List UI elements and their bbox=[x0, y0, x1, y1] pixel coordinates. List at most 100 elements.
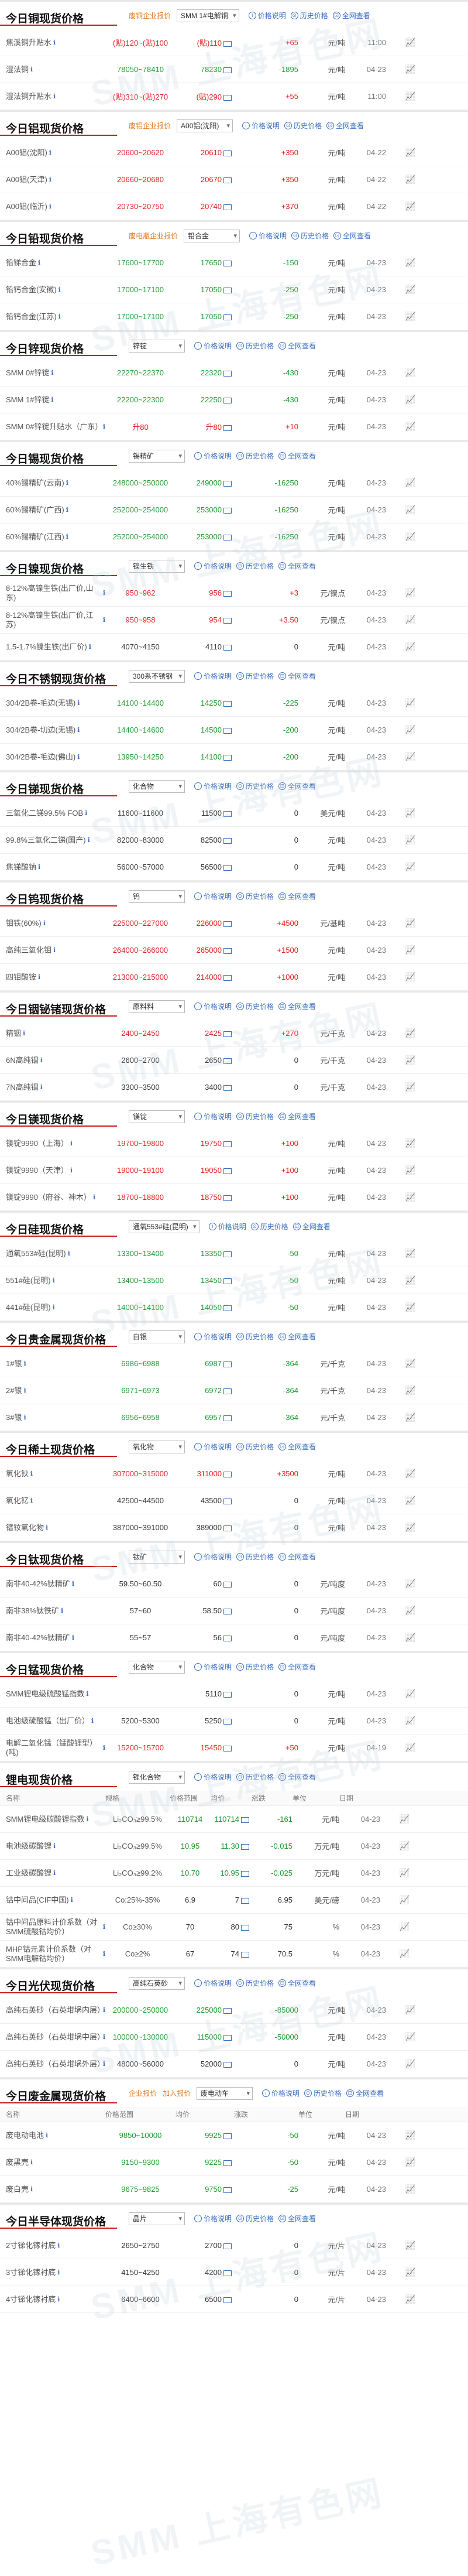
mail-icon[interactable] bbox=[241, 1924, 249, 1931]
category-select[interactable]: 钨 bbox=[129, 890, 185, 903]
chart-icon[interactable]: 📈 bbox=[386, 2294, 415, 2304]
chart-icon[interactable]: 📈 bbox=[386, 1523, 415, 1532]
mail-icon[interactable] bbox=[223, 1718, 232, 1725]
chart-icon[interactable]: 📈 bbox=[386, 2059, 415, 2069]
info-icon[interactable]: ℹ bbox=[49, 202, 51, 211]
chart-icon[interactable]: 📈 bbox=[386, 201, 415, 211]
product-name[interactable]: 电池级碳酸锂 ℹ bbox=[6, 1842, 105, 1851]
product-name[interactable]: 40%锡精矿(云南) ℹ bbox=[6, 478, 105, 488]
info-icon[interactable]: ℹ bbox=[49, 175, 51, 184]
view-all-link[interactable]: ⊡ 全网查看 bbox=[292, 1222, 331, 1231]
history-price-link[interactable]: ⊙ 历史价格 bbox=[236, 1772, 274, 1782]
category-select[interactable]: 废电动车 bbox=[197, 2086, 253, 2100]
mail-icon[interactable] bbox=[223, 2061, 232, 2068]
info-icon[interactable]: ℹ bbox=[30, 1469, 33, 1479]
product-name[interactable]: 南非40-42%钛精矿 ℹ bbox=[6, 1633, 105, 1643]
mail-icon[interactable] bbox=[223, 40, 232, 47]
product-name[interactable]: 电池级硫酸锰（出厂价） ℹ bbox=[6, 1716, 105, 1726]
product-name[interactable]: 镁锭9990（上海） ℹ bbox=[6, 1139, 105, 1148]
price-info-link[interactable]: i 价格说明 bbox=[194, 341, 232, 351]
product-name[interactable]: 60%锡精矿(广西) ℹ bbox=[6, 505, 105, 515]
history-price-link[interactable]: ⊙ 历史价格 bbox=[236, 341, 274, 351]
chart-icon[interactable]: 📈 bbox=[386, 918, 415, 928]
product-name[interactable]: 钴中间品原料计价系数（对SMM硫酸钴均价） ℹ bbox=[6, 1918, 105, 1937]
category-select[interactable]: 镍生铁 bbox=[129, 559, 185, 573]
view-all-link[interactable]: ⊡ 全网查看 bbox=[326, 121, 364, 131]
chart-icon[interactable]: 📈 bbox=[386, 1302, 415, 1312]
chart-icon[interactable]: 📈 bbox=[386, 37, 415, 47]
chart-icon[interactable]: 📈 bbox=[386, 725, 415, 735]
mail-icon[interactable] bbox=[223, 2133, 232, 2139]
category-select[interactable]: 化合物 bbox=[129, 779, 185, 793]
info-icon[interactable]: ℹ bbox=[38, 863, 40, 872]
mail-icon[interactable] bbox=[223, 1471, 232, 1477]
history-price-link[interactable]: ⊙ 历史价格 bbox=[236, 1001, 274, 1011]
price-info-link[interactable]: i 价格说明 bbox=[194, 451, 232, 461]
history-price-link[interactable]: ⊙ 历史价格 bbox=[290, 11, 328, 20]
price-info-link[interactable]: i 价格说明 bbox=[248, 11, 286, 20]
info-icon[interactable]: ℹ bbox=[89, 642, 91, 652]
info-icon[interactable]: ℹ bbox=[49, 148, 51, 158]
chart-icon[interactable]: 📈 bbox=[386, 64, 415, 74]
product-name[interactable]: 废黑壳 ℹ bbox=[6, 2158, 105, 2167]
price-info-link[interactable]: i 价格说明 bbox=[194, 1442, 232, 1452]
history-price-link[interactable]: ⊙ 历史价格 bbox=[236, 671, 274, 681]
info-icon[interactable]: ℹ bbox=[85, 809, 87, 818]
chart-icon[interactable]: 📈 bbox=[386, 2267, 415, 2277]
product-name[interactable]: 1.5-1.7%镍生铁(出厂价) ℹ bbox=[6, 642, 105, 652]
mail-icon[interactable] bbox=[223, 1031, 232, 1037]
info-icon[interactable]: ℹ bbox=[38, 973, 40, 982]
chart-icon[interactable]: 📈 bbox=[386, 972, 415, 982]
view-all-link[interactable]: ⊡ 全网查看 bbox=[278, 1978, 316, 1988]
mail-icon[interactable] bbox=[223, 644, 232, 651]
view-all-link[interactable]: ⊡ 全网查看 bbox=[332, 11, 370, 20]
info-icon[interactable]: ℹ bbox=[23, 1413, 26, 1422]
chart-icon[interactable]: 📈 bbox=[386, 615, 415, 625]
mail-icon[interactable] bbox=[223, 754, 232, 761]
mail-icon[interactable] bbox=[223, 864, 232, 871]
mail-icon[interactable] bbox=[223, 1608, 232, 1614]
history-price-link[interactable]: ⊙ 历史价格 bbox=[236, 891, 274, 901]
mail-icon[interactable] bbox=[223, 1388, 232, 1394]
chart-icon[interactable]: 📈 bbox=[386, 1275, 415, 1285]
mail-icon[interactable] bbox=[223, 1635, 232, 1641]
info-icon[interactable]: ℹ bbox=[30, 1496, 33, 1506]
mail-icon[interactable] bbox=[223, 837, 232, 844]
mail-icon[interactable] bbox=[223, 2034, 232, 2041]
mail-icon[interactable] bbox=[223, 1141, 232, 1147]
product-name[interactable]: 60%锡精矿(江西) ℹ bbox=[6, 532, 105, 542]
mail-icon[interactable] bbox=[223, 94, 232, 101]
view-all-link[interactable]: ⊡ 全网查看 bbox=[278, 451, 316, 461]
view-all-link[interactable]: ⊡ 全网查看 bbox=[278, 2214, 316, 2223]
chart-icon[interactable]: 📈 bbox=[380, 1895, 410, 1905]
price-info-link[interactable]: i 价格说明 bbox=[194, 1772, 232, 1782]
chart-icon[interactable]: 📈 bbox=[386, 752, 415, 762]
info-icon[interactable]: ℹ bbox=[57, 2295, 60, 2304]
chart-icon[interactable]: 📈 bbox=[386, 91, 415, 101]
chart-icon[interactable]: 📈 bbox=[386, 945, 415, 955]
price-info-link[interactable]: i 价格说明 bbox=[194, 1662, 232, 1672]
product-name[interactable]: SMM锂电级碳酸锂指数 ℹ bbox=[6, 1815, 105, 1824]
chart-icon[interactable]: 📈 bbox=[386, 395, 415, 405]
history-price-link[interactable]: ⊙ 历史价格 bbox=[291, 231, 329, 241]
price-info-link[interactable]: i 价格说明 bbox=[194, 2214, 232, 2223]
mail-icon[interactable] bbox=[223, 1361, 232, 1367]
chart-icon[interactable]: 📈 bbox=[386, 2005, 415, 2015]
product-name[interactable]: 通氧553#硅(昆明) ℹ bbox=[6, 1249, 105, 1258]
view-all-link[interactable]: ⊡ 全网查看 bbox=[278, 1442, 316, 1452]
mail-icon[interactable] bbox=[223, 287, 232, 293]
mail-icon[interactable] bbox=[223, 2270, 232, 2276]
mail-icon[interactable] bbox=[241, 1843, 249, 1850]
info-icon[interactable]: ℹ bbox=[70, 1139, 73, 1148]
info-icon[interactable]: ℹ bbox=[58, 312, 61, 321]
info-icon[interactable]: ℹ bbox=[53, 38, 56, 47]
product-name[interactable]: 高纯石英砂（石英坩埚内层） ℹ bbox=[6, 2006, 105, 2015]
chart-icon[interactable]: 📈 bbox=[386, 1716, 415, 1726]
product-name[interactable]: 南非38%钛铁矿 ℹ bbox=[6, 1606, 105, 1616]
info-icon[interactable]: ℹ bbox=[77, 752, 80, 762]
product-name[interactable]: SMM 0#锌锭升贴水（广东） ℹ bbox=[6, 422, 105, 432]
info-icon[interactable]: ℹ bbox=[93, 1193, 95, 1202]
category-select[interactable]: 锌锭 bbox=[129, 339, 185, 353]
mail-icon[interactable] bbox=[223, 974, 232, 981]
enterprise-quote-link[interactable]: 废铝企业报价 bbox=[129, 121, 171, 131]
